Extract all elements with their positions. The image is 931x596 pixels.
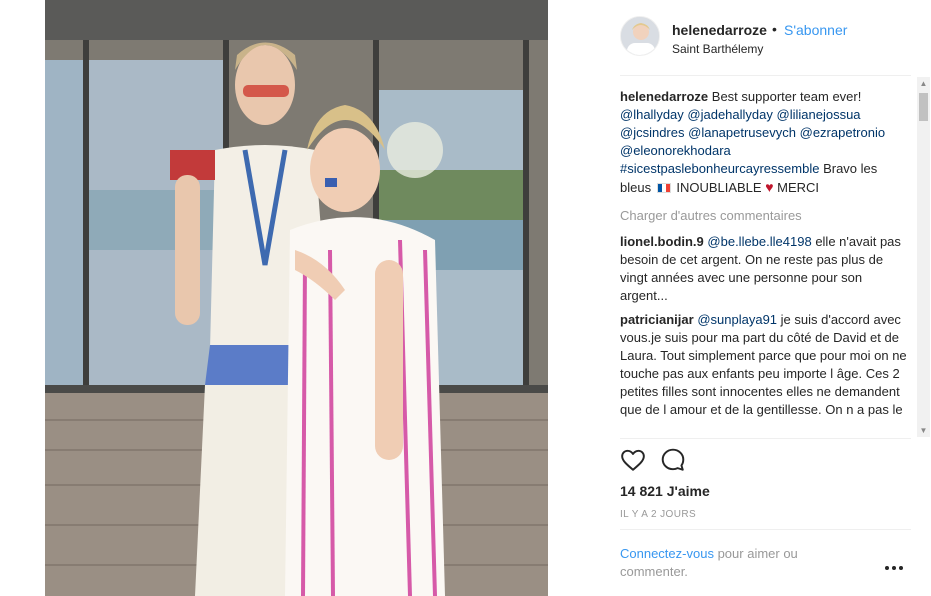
post-photo[interactable] (45, 0, 548, 596)
heart-outline-icon (621, 449, 645, 471)
caption-hashtag[interactable]: #sicestpaslebonheurcayressemble (620, 161, 819, 176)
location-link[interactable]: Saint Barthélemy (672, 42, 763, 56)
caption-mention-lhallyday[interactable]: @lhallyday (620, 107, 684, 122)
load-more-comments[interactable]: Charger d'autres commentaires (620, 207, 910, 225)
france-flag-icon (656, 183, 671, 193)
caption-mention-lanapetrusevych[interactable]: @lanapetrusevych (688, 125, 796, 140)
more-options-icon (885, 566, 903, 570)
caption-mention-lilianejossua[interactable]: @lilianejossua (777, 107, 861, 122)
comment-mention[interactable]: @be.llebe.lle4198 (707, 234, 811, 249)
caption-username[interactable]: helenedarroze (620, 89, 708, 104)
comment-button[interactable] (660, 447, 688, 475)
photo-illustration (45, 0, 548, 596)
caption-inoubliable: INOUBLIABLE (676, 180, 762, 195)
scroll-down-arrow-icon[interactable]: ▼ (917, 424, 930, 437)
caption-mention-jcsindres[interactable]: @jcsindres (620, 125, 685, 140)
likes-count[interactable]: 14 821 J'aime (620, 483, 710, 499)
scroll-up-arrow-icon[interactable]: ▲ (917, 77, 930, 90)
login-link[interactable]: Connectez-vous (620, 546, 714, 561)
scrollbar-thumb[interactable] (919, 93, 928, 121)
red-heart-icon: ♥ (765, 179, 774, 195)
comments-scrollbar[interactable]: ▲ ▼ (917, 77, 930, 437)
login-prompt: Connectez-vous pour aimer ou commenter. (620, 545, 860, 581)
header-divider (620, 75, 911, 76)
comment-username[interactable]: patricianijar (620, 312, 694, 327)
caption-mention-eleonorekhodara[interactable]: @eleonorekhodara (620, 143, 731, 158)
caption-comment: helenedarroze Best supporter team ever! … (620, 88, 910, 197)
comment-mention[interactable]: @sunplaya91 (697, 312, 777, 327)
footer-divider (620, 529, 911, 530)
post-side-panel: helenedarroze • S'abonner Saint Barthéle… (548, 0, 931, 596)
comment-item: lionel.bodin.9 @be.llebe.lle4198 elle n'… (620, 233, 910, 305)
comments-list[interactable]: helenedarroze Best supporter team ever! … (620, 88, 910, 438)
comment-bubble-icon (661, 448, 685, 471)
caption-mention-jadehallyday[interactable]: @jadehallyday (687, 107, 772, 122)
comment-username[interactable]: lionel.bodin.9 (620, 234, 704, 249)
post-header: helenedarroze • S'abonner Saint Barthéle… (620, 14, 911, 64)
like-button[interactable] (620, 447, 648, 475)
avatar-image (621, 17, 659, 55)
post-timestamp[interactable]: IL Y A 2 JOURS (620, 509, 696, 520)
caption-merci: MERCI (777, 180, 820, 195)
follow-button[interactable]: S'abonner (784, 22, 847, 38)
comment-item: patricianijar @sunplaya91 je suis d'acco… (620, 311, 910, 419)
header-separator-dot: • (772, 21, 777, 37)
caption-intro: Best supporter team ever! (711, 89, 862, 104)
comment-text: je suis d'accord avec vous.je suis pour … (620, 312, 907, 417)
more-options-button[interactable] (884, 560, 904, 570)
avatar[interactable] (620, 16, 660, 56)
caption-mention-ezrapetronio[interactable]: @ezrapetronio (800, 125, 885, 140)
header-username[interactable]: helenedarroze (672, 22, 767, 38)
comments-divider (620, 438, 911, 439)
